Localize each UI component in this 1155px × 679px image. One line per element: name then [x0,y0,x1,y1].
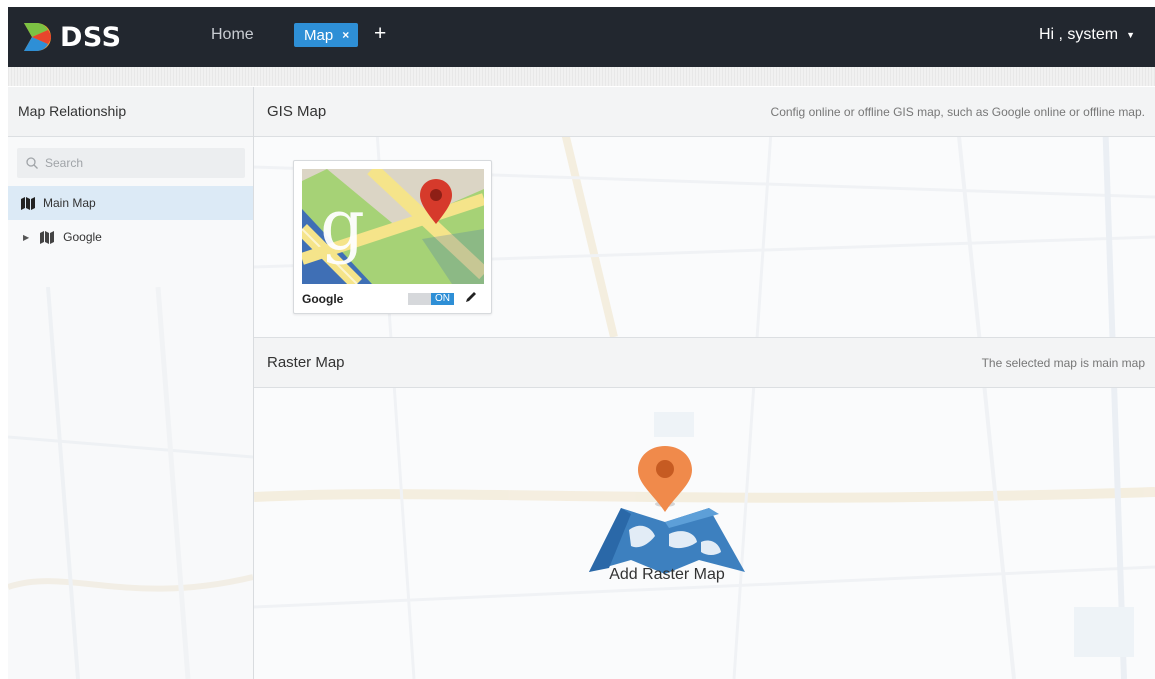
map-icon [21,196,35,210]
tree-item-label: Google [63,230,102,244]
svg-text:g: g [320,184,365,266]
tree-item-label: Main Map [43,196,96,210]
tab-map-label: Map [304,26,334,44]
search-placeholder: Search [45,156,84,170]
gis-map-description: Config online or offline GIS map, such a… [770,105,1145,119]
toggle-off-segment [408,293,431,305]
user-greeting: Hi , system [1038,26,1119,43]
add-raster-map-label[interactable]: Add Raster Map [569,566,765,584]
google-map-toggle[interactable]: ON [408,293,454,305]
map-icon [40,230,55,244]
map-config-area: GIS Map Config online or offline GIS map… [254,87,1155,679]
edit-pencil-icon[interactable] [464,290,478,304]
dss-logo-icon [24,23,51,51]
brand-name: DSS [60,21,122,53]
search-input[interactable]: Search [17,148,245,178]
google-maps-thumbnail-icon: g [302,169,484,284]
tab-map[interactable]: Map × [294,23,359,47]
user-menu[interactable]: Hi , system ▼ [1039,26,1135,44]
map-relationship-panel: Map Relationship Search Main Map ▶ Googl… [8,87,254,679]
close-tab-icon[interactable]: × [342,28,349,42]
tree-item-main-map[interactable]: Main Map [8,186,253,220]
raster-map-title: Raster Map [267,354,345,371]
search-icon [26,157,38,169]
raster-map-description: The selected map is main map [981,356,1145,370]
gis-map-title: GIS Map [267,103,327,120]
toggle-on-segment: ON [431,293,454,305]
gis-map-header: GIS Map Config online or offline GIS map… [254,87,1155,137]
add-tab-button[interactable]: + [374,22,386,46]
expand-arrow-icon[interactable]: ▶ [23,233,29,242]
tree-item-google[interactable]: ▶ Google [8,220,253,254]
sidebar-map-background [8,287,253,679]
top-navigation-bar: DSS Home Map × + Hi , system ▼ [8,7,1155,67]
header-divider-strip [8,67,1155,86]
raster-map-header: Raster Map The selected map is main map [254,337,1155,388]
caret-down-icon: ▼ [1126,29,1135,40]
nav-home-link[interactable]: Home [211,26,254,44]
sidebar-title: Map Relationship [8,87,253,137]
google-map-card[interactable]: g Google ON [293,160,492,314]
google-map-label: Google [302,292,344,306]
dss-logo[interactable]: DSS [22,20,122,54]
